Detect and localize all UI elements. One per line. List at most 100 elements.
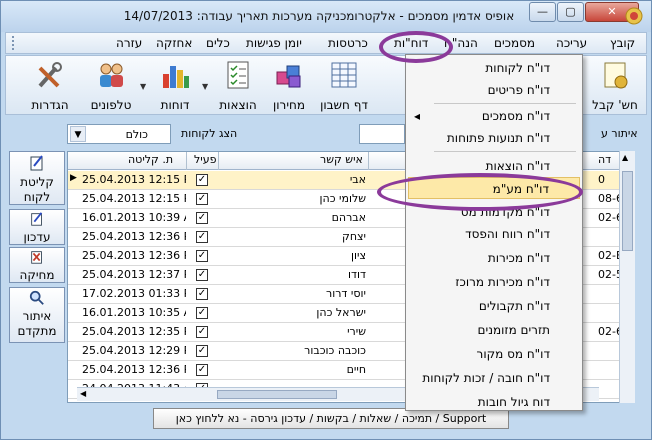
search-label: איתור ע bbox=[601, 127, 638, 140]
menu-help[interactable]: עזרה bbox=[116, 36, 142, 50]
update-button[interactable]: עדכון bbox=[9, 209, 65, 245]
menu-grip bbox=[12, 36, 16, 50]
active-checkbox[interactable]: ✓ bbox=[196, 269, 208, 281]
menu-ledgers[interactable]: כרטסות bbox=[328, 36, 368, 50]
active-checkbox[interactable]: ✓ bbox=[196, 288, 208, 300]
search-input[interactable] bbox=[359, 124, 405, 144]
header-extra[interactable]: דה bbox=[598, 153, 611, 166]
reports-menu-item-label: דוח גיול חובות bbox=[477, 395, 550, 409]
invoice-icon bbox=[604, 62, 628, 89]
reports-menu-item[interactable]: תזרים מזומנים bbox=[408, 319, 580, 341]
cell-contact: יצחק bbox=[342, 230, 366, 243]
cell-contact: יוסי דרור bbox=[326, 287, 366, 300]
cubes-icon bbox=[276, 65, 301, 88]
edit-doc-icon bbox=[30, 155, 43, 171]
menu-separator bbox=[434, 103, 576, 104]
cell-contact: ישראל כהן bbox=[316, 306, 366, 319]
menu-reports[interactable]: דוח"ות bbox=[394, 36, 428, 50]
reports-menu-item-label: דו"ח רווח והפסד bbox=[465, 227, 550, 241]
header-contact[interactable]: איש קשר bbox=[320, 153, 363, 166]
scroll-thumb[interactable] bbox=[622, 171, 633, 251]
grid-vertical-scrollbar[interactable]: ▲ bbox=[619, 151, 635, 403]
menu-accounting[interactable]: הנה"ח bbox=[444, 36, 478, 50]
menu-documents[interactable]: מסמכים bbox=[494, 36, 535, 50]
cell-contact: כוכבה כוכבור bbox=[304, 344, 366, 357]
reports-menu-item[interactable]: דו"ח לקוחות bbox=[408, 57, 580, 79]
cell-contact: שירי bbox=[347, 325, 366, 338]
cell-contact: דודו bbox=[347, 268, 366, 281]
cell-intake-date: 25.04.2013 12:36 PM bbox=[82, 363, 186, 376]
reports-menu-item-label: דו"ח מכירות bbox=[487, 251, 550, 265]
window-title: אופיס אדמין מסמכים - אלקטרומכניקה מערכות… bbox=[123, 9, 515, 23]
reports-menu-item-label: דו"ח פריטים bbox=[487, 83, 550, 97]
maximize-button[interactable]: ▢ bbox=[557, 2, 584, 22]
toolbar-reports-button[interactable]: דוחות bbox=[152, 58, 198, 114]
header-intake-date[interactable]: ת. קליטה bbox=[128, 153, 173, 166]
active-checkbox[interactable]: ✓ bbox=[196, 307, 208, 319]
cell-intake-date: 17.02.2013 01:33 PM bbox=[82, 287, 186, 300]
toolbar-settings-button[interactable]: הגדרות bbox=[26, 58, 74, 114]
cell-intake-date: 25.04.2013 12:15 PM bbox=[82, 173, 186, 186]
menu-tools[interactable]: כלים bbox=[206, 36, 230, 50]
reports-menu-item[interactable]: דו"ח חובה / זכות לקוחות bbox=[408, 367, 580, 389]
active-checkbox[interactable]: ✓ bbox=[196, 250, 208, 262]
reports-menu-item[interactable]: דו"ח מע"מ bbox=[408, 177, 580, 199]
scroll-up-icon[interactable]: ▲ bbox=[622, 153, 628, 162]
toolbar-phones-label: טלפונים bbox=[90, 98, 132, 112]
toolbar-pricelist-button[interactable]: מחירון bbox=[266, 58, 312, 114]
bar-chart-icon bbox=[163, 66, 189, 88]
active-checkbox[interactable]: ✓ bbox=[196, 174, 208, 186]
reports-menu-item[interactable]: דו"ח תקבולים bbox=[408, 295, 580, 317]
cell-intake-date: 16.01.2013 10:39 AM bbox=[82, 211, 186, 224]
toolbar-receipt-button[interactable]: חש' קבל bbox=[584, 58, 646, 114]
menu-file[interactable]: קובץ bbox=[610, 36, 635, 50]
people-icon bbox=[100, 63, 123, 87]
reports-menu-item[interactable]: דו"ח מכירות מרוכז bbox=[408, 271, 580, 293]
reports-menu-item[interactable]: דו"ח מס מקור bbox=[408, 343, 580, 365]
reports-menu-item[interactable]: דו"ח פריטים bbox=[408, 79, 580, 101]
reports-menu-item-label: דו"ח תקבולים bbox=[478, 299, 550, 313]
reports-menu-item[interactable]: דו"ח מקדמות מס bbox=[408, 201, 580, 223]
header-active[interactable]: פעיל bbox=[194, 153, 216, 166]
active-checkbox[interactable]: ✓ bbox=[196, 193, 208, 205]
active-checkbox[interactable]: ✓ bbox=[196, 364, 208, 376]
new-customer-button[interactable]: קליטת לקוח bbox=[9, 151, 65, 205]
active-checkbox[interactable]: ✓ bbox=[196, 231, 208, 243]
checklist-icon bbox=[227, 61, 249, 89]
show-customers-select[interactable]: כולם ▼ bbox=[67, 124, 171, 144]
scroll-left-icon[interactable]: ◀ bbox=[80, 389, 86, 398]
show-customers-label: הצג לקוחות bbox=[181, 127, 238, 140]
minimize-button[interactable]: — bbox=[529, 2, 556, 22]
title-bar: ✕ ▢ — אופיס אדמין מסמכים - אלקטרומכניקה … bbox=[1, 1, 651, 32]
header-divider bbox=[186, 152, 187, 170]
reports-menu-item[interactable]: דו"ח הוצאות bbox=[408, 155, 580, 177]
delete-button[interactable]: מחיקה bbox=[9, 247, 65, 283]
toolbar-expenses-dropdown-icon[interactable]: ▼ bbox=[202, 82, 208, 91]
reports-menu-item[interactable]: דו"ח תנועות פתוחות bbox=[408, 127, 580, 149]
active-checkbox[interactable]: ✓ bbox=[196, 345, 208, 357]
advanced-search-button[interactable]: איתור מתקדם bbox=[9, 287, 65, 343]
delete-label: מחיקה bbox=[19, 268, 55, 282]
menu-calendar[interactable]: יומן פגישות bbox=[246, 36, 302, 50]
reports-menu-item[interactable]: דו"ח רווח והפסד bbox=[408, 223, 580, 245]
toolbar-phones-button[interactable]: טלפונים bbox=[84, 58, 138, 114]
toolbar-expenses-label: הוצאות bbox=[219, 98, 257, 112]
menu-maintenance[interactable]: אחזקה bbox=[156, 36, 192, 50]
toolbar-settings-label: הגדרות bbox=[31, 98, 69, 112]
tools-icon bbox=[38, 62, 62, 88]
toolbar-account-statement-button[interactable]: דף חשבון bbox=[314, 58, 374, 114]
toolbar-reports-dropdown-icon[interactable]: ▼ bbox=[140, 82, 146, 91]
row-marker: ▶ bbox=[70, 173, 77, 183]
reports-menu-item[interactable]: דו"ח מסמכים ◂ bbox=[408, 105, 580, 127]
active-checkbox[interactable]: ✓ bbox=[196, 326, 208, 338]
delete-doc-icon bbox=[31, 251, 42, 264]
scroll-hthumb[interactable] bbox=[217, 390, 337, 399]
reports-menu-item[interactable]: דו"ח מכירות bbox=[408, 247, 580, 269]
cell-intake-date: 25.04.2013 12:36 PM bbox=[82, 249, 186, 262]
toolbar-expenses-button[interactable]: הוצאות bbox=[214, 58, 262, 114]
menu-edit[interactable]: עריכה bbox=[556, 36, 587, 50]
reports-dropdown: דו"ח לקוחות דו"ח פריטים דו"ח מסמכים ◂ דו"ח ת… bbox=[405, 54, 583, 411]
active-checkbox[interactable]: ✓ bbox=[196, 212, 208, 224]
support-text: Support / תמיכה / שאלות / בקשות / עדכון … bbox=[175, 412, 487, 425]
reports-menu-item[interactable]: דוח גיול חובות bbox=[408, 391, 580, 413]
